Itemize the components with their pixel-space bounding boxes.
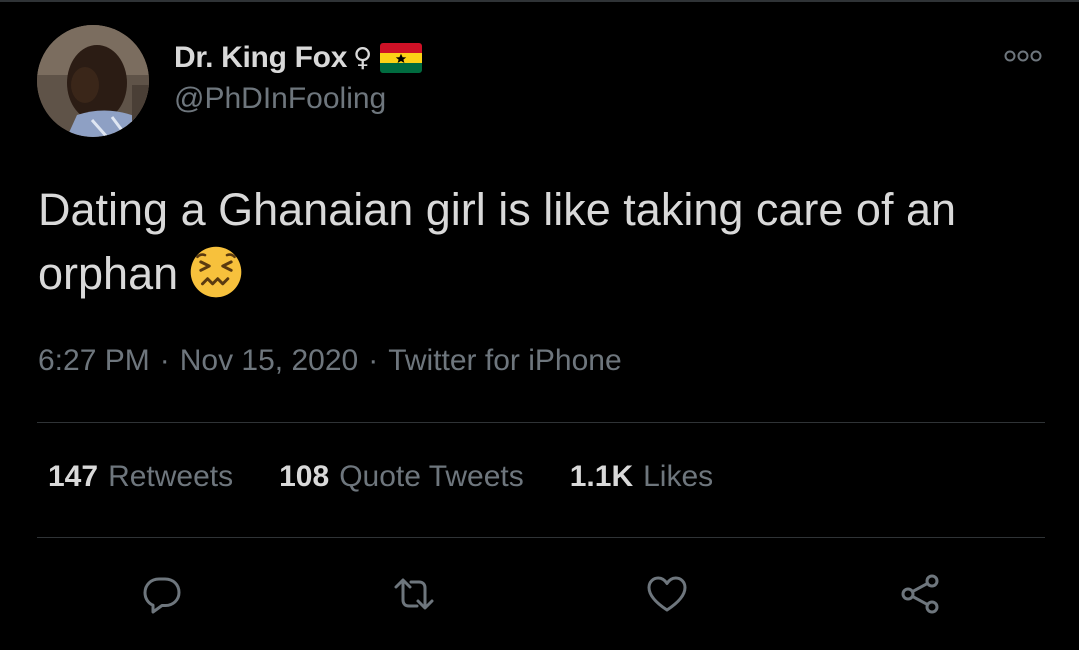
username[interactable]: @PhDInFooling xyxy=(174,82,386,116)
confounded-face-emoji-icon xyxy=(184,245,248,299)
reply-icon xyxy=(143,577,181,614)
tweet-source[interactable]: Twitter for iPhone xyxy=(388,344,621,377)
like-icon xyxy=(647,576,687,612)
share-icon xyxy=(901,574,939,614)
retweets-count: 147 xyxy=(48,460,99,493)
quote-tweets-label: Quote Tweets xyxy=(339,460,524,493)
retweets-stat[interactable]: 147 Retweets xyxy=(48,460,233,494)
quote-tweets-stat[interactable]: 108 Quote Tweets xyxy=(279,460,524,494)
reply-button[interactable] xyxy=(140,572,184,616)
more-options-button[interactable] xyxy=(1002,46,1044,66)
retweet-icon xyxy=(394,578,434,610)
tweet-meta: 6:27 PM · Nov 15, 2020 · Twitter for iPhone xyxy=(38,344,622,378)
retweet-button[interactable] xyxy=(392,572,436,616)
display-name-row[interactable]: Dr. King Fox ♀ xyxy=(174,38,423,78)
likes-label: Likes xyxy=(643,460,714,493)
divider xyxy=(37,422,1045,423)
tweet-body: Dating a Ghanaian girl is like taking ca… xyxy=(38,184,957,299)
quote-tweets-count: 108 xyxy=(279,460,330,493)
more-options-icon xyxy=(1004,50,1042,62)
avatar-image xyxy=(37,25,149,137)
likes-stat[interactable]: 1.1K Likes xyxy=(570,460,713,494)
top-border xyxy=(0,0,1079,2)
tweet-time[interactable]: 6:27 PM xyxy=(38,344,150,377)
tweet-text: Dating a Ghanaian girl is like taking ca… xyxy=(38,178,1048,306)
meta-separator: · xyxy=(159,344,170,377)
female-sign-icon: ♀ xyxy=(353,43,373,73)
like-button[interactable] xyxy=(645,572,689,616)
meta-separator: · xyxy=(368,344,379,377)
likes-count: 1.1K xyxy=(569,460,634,493)
avatar[interactable] xyxy=(37,25,149,137)
ghana-flag-icon xyxy=(380,43,423,73)
tweet-date[interactable]: Nov 15, 2020 xyxy=(180,344,358,377)
divider xyxy=(37,537,1045,538)
share-button[interactable] xyxy=(898,572,942,616)
retweets-label: Retweets xyxy=(108,460,234,493)
display-name[interactable]: Dr. King Fox xyxy=(174,41,347,75)
tweet-stats: 147 Retweets 108 Quote Tweets 1.1K Likes xyxy=(48,460,713,494)
